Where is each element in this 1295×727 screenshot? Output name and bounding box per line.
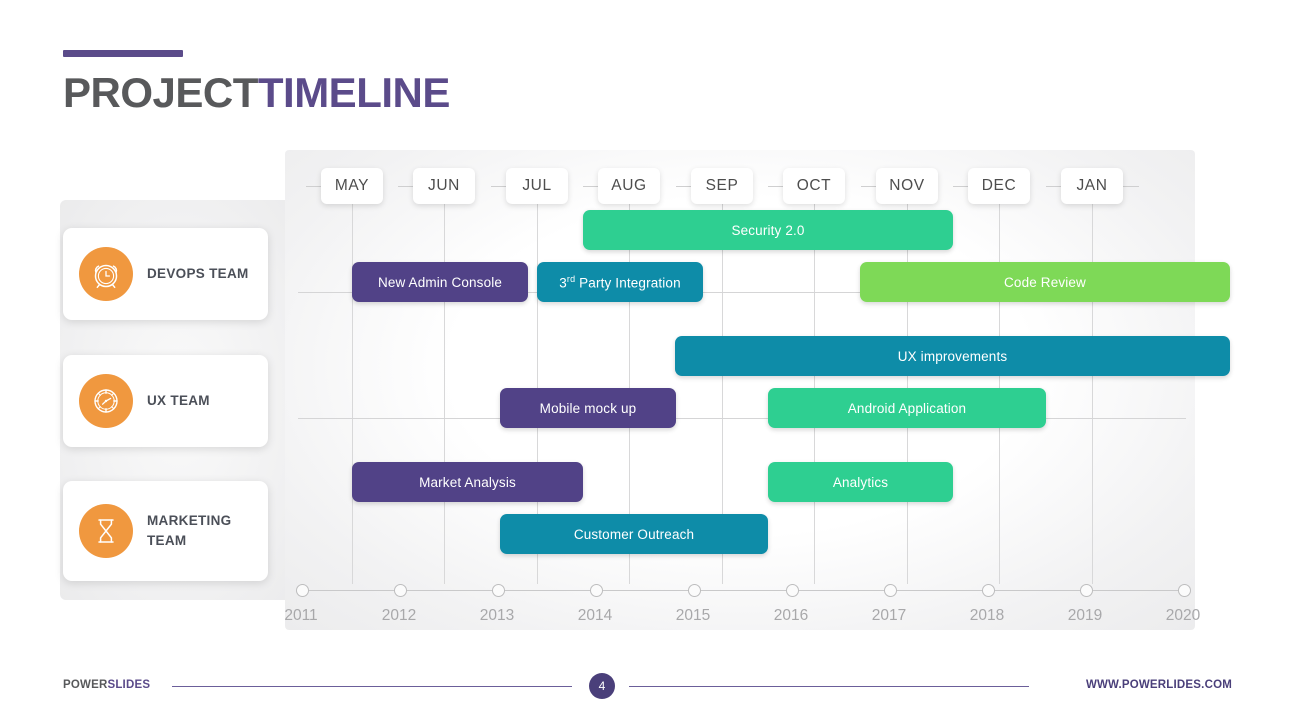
- footer-divider-right: [629, 686, 1029, 687]
- year-marker: [687, 584, 701, 597]
- gantt-chart: MAY JUN JUL AUG SEP OCT NOV DEC JAN Security 2.0 N…: [298, 140, 1230, 610]
- task-bar[interactable]: Code Review: [860, 262, 1230, 302]
- page-title-part1: PROJECT: [63, 69, 258, 116]
- row-separator: [298, 418, 1186, 419]
- year-marker: [393, 584, 407, 597]
- month-connector: [861, 186, 877, 187]
- year-marker: [981, 584, 995, 597]
- team-label: MARKETING TEAM: [147, 513, 232, 548]
- year-label-2011: 2011: [284, 607, 318, 624]
- year-label-2016: 2016: [773, 607, 809, 624]
- year-marker: [883, 584, 897, 597]
- month-connector: [953, 186, 969, 187]
- year-marker: [785, 584, 799, 597]
- year-axis: 2011 2012 2013 2014 2015 2016 2017 2018 2019 2020: [284, 583, 1200, 643]
- month-connector: [1046, 186, 1062, 187]
- task-bar[interactable]: Android Application: [768, 388, 1046, 428]
- page-title-part2: TIMELINE: [257, 69, 451, 116]
- task-bar[interactable]: Analytics: [768, 462, 953, 502]
- month-label-may[interactable]: MAY: [321, 168, 383, 204]
- team-card-devops[interactable]: DEVOPS TEAM: [63, 228, 268, 320]
- page-title: PROJECTTIMELINE: [63, 72, 450, 114]
- year-label-2018: 2018: [969, 607, 1005, 624]
- month-label-sep[interactable]: SEP: [691, 168, 753, 204]
- team-card-marketing[interactable]: MARKETING TEAM: [63, 481, 268, 581]
- alarm-clock-icon: [79, 247, 133, 301]
- task-bar[interactable]: UX improvements: [675, 336, 1230, 376]
- task-bar[interactable]: Market Analysis: [352, 462, 583, 502]
- footer-brand: POWERSLIDES: [63, 679, 150, 691]
- gridline-vertical: [1092, 198, 1093, 584]
- month-label-jun[interactable]: JUN: [413, 168, 475, 204]
- footer-url: WWW.POWERLIDES.COM: [1085, 679, 1232, 691]
- month-label-dec[interactable]: DEC: [968, 168, 1030, 204]
- task-bar[interactable]: Mobile mock up: [500, 388, 676, 428]
- footer-brand-part2: SLIDES: [107, 679, 151, 691]
- team-label: UX TEAM: [147, 393, 210, 409]
- footer-divider-left: [172, 686, 572, 687]
- gridline-vertical: [444, 198, 445, 584]
- year-label-2015: 2015: [675, 607, 711, 624]
- timeline-stage: DEVOPS TEAM UX TEAM MARKETING TEAM MAY J…: [0, 140, 1295, 650]
- year-marker: [295, 584, 309, 597]
- year-label-2013: 2013: [479, 607, 515, 624]
- hourglass-icon: [79, 504, 133, 558]
- month-label-jul[interactable]: JUL: [506, 168, 568, 204]
- month-connector: [583, 186, 599, 187]
- year-label-2014: 2014: [577, 607, 613, 624]
- month-connector: [676, 186, 692, 187]
- year-axis-line: [301, 590, 1185, 591]
- task-bar[interactable]: Customer Outreach: [500, 514, 768, 554]
- month-connector: [1123, 186, 1139, 187]
- year-label-2020: 2020: [1165, 607, 1201, 624]
- footer-brand-part1: POWER: [63, 679, 108, 691]
- month-label-jan[interactable]: JAN: [1061, 168, 1123, 204]
- month-connector: [306, 186, 322, 187]
- task-bar[interactable]: New Admin Console: [352, 262, 528, 302]
- title-underline-rule: [63, 50, 183, 57]
- year-marker: [1177, 584, 1191, 597]
- team-card-ux[interactable]: UX TEAM: [63, 355, 268, 447]
- gridline-vertical: [352, 198, 353, 584]
- footer: POWERSLIDES 4 WWW.POWERLIDES.COM: [0, 673, 1295, 703]
- task-bar[interactable]: 3rd Party Integration: [537, 262, 703, 302]
- year-marker: [589, 584, 603, 597]
- task-bar[interactable]: Security 2.0: [583, 210, 953, 250]
- month-label-aug[interactable]: AUG: [598, 168, 660, 204]
- team-label: DEVOPS TEAM: [147, 266, 249, 282]
- month-connector: [768, 186, 784, 187]
- title-block: PROJECTTIMELINE: [63, 50, 450, 114]
- month-connector: [491, 186, 507, 187]
- year-label-2017: 2017: [871, 607, 907, 624]
- clock-compass-icon: [79, 374, 133, 428]
- year-marker: [491, 584, 505, 597]
- month-label-nov[interactable]: NOV: [876, 168, 938, 204]
- year-label-2019: 2019: [1067, 607, 1103, 624]
- page-number-badge: 4: [589, 673, 615, 699]
- month-label-oct[interactable]: OCT: [783, 168, 845, 204]
- month-connector: [398, 186, 414, 187]
- year-label-2012: 2012: [381, 607, 417, 624]
- year-marker: [1079, 584, 1093, 597]
